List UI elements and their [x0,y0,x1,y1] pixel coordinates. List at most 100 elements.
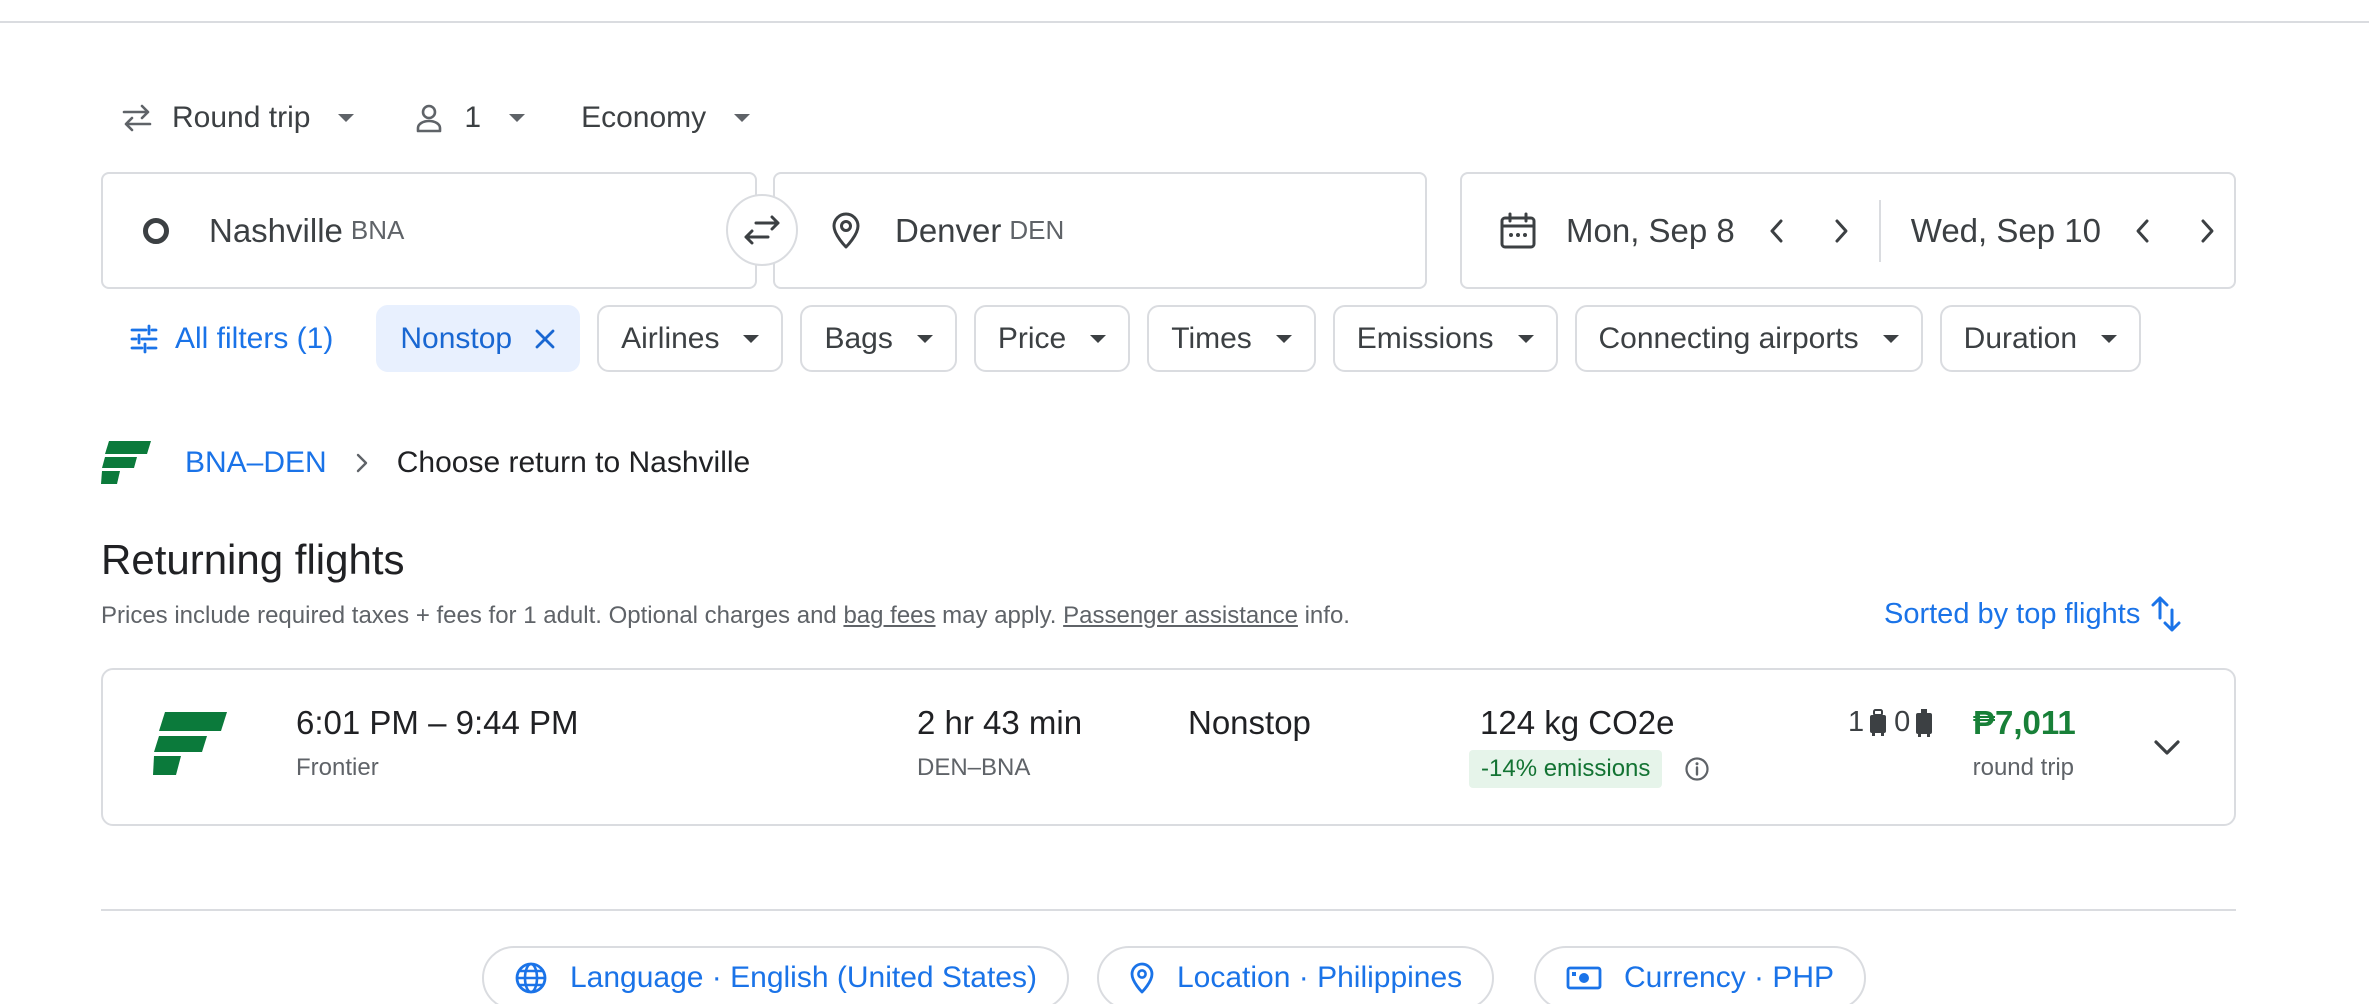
location-pin-icon [831,212,861,250]
trip-type-select[interactable]: Round trip [118,96,355,140]
trip-type-label: Round trip [172,101,311,134]
flight-stops: Nonstop [1188,704,1311,741]
price-note-middle: may apply. [935,602,1064,629]
location-pin-icon [1129,961,1155,995]
close-icon[interactable] [534,328,556,350]
footer-divider [101,909,2236,911]
chevron-down-icon [2101,334,2118,343]
language-label: Language · English (United States) [570,961,1037,994]
origin-circle-icon [143,217,169,244]
times-chip-label: Times [1171,321,1252,355]
depart-prev-day-icon[interactable] [1757,211,1797,251]
passenger-assistance-link[interactable]: Passenger assistance [1063,602,1298,629]
bags-filter-chip[interactable]: Bags [800,305,957,372]
return-prev-day-icon[interactable] [2123,211,2163,251]
filter-chips: All filters (1) Nonstop Airlines Bags Pr… [101,305,2158,372]
checked-bag-count: 0 [1894,706,1911,738]
chevron-down-icon [2154,740,2180,755]
emissions-badge: -14% emissions [1469,750,1663,788]
emissions-badge-row: -14% emissions [1469,750,1710,788]
destination-code: DEN [1009,215,1065,245]
calendar-icon [1498,211,1538,251]
breadcrumb-outbound-leg[interactable]: BNA–DEN [185,446,327,480]
cabin-class-select[interactable]: Economy [581,96,751,140]
language-button[interactable]: Language · English (United States) [482,946,1069,1004]
date-divider [1878,199,1881,262]
top-divider [0,21,2369,23]
chevron-down-icon [916,334,933,343]
times-filter-chip[interactable]: Times [1147,305,1316,372]
chevron-down-icon [734,114,751,122]
currency-icon [1566,964,1602,992]
origin-code: BNA [350,215,405,245]
breadcrumb-current: Choose return to Nashville [396,446,751,479]
bag-fees-link[interactable]: bag fees [843,602,935,629]
baggage-allowance: 1 0 [1848,706,1940,739]
duration-filter-chip[interactable]: Duration [1939,305,2142,372]
swap-locations-button[interactable] [726,194,798,266]
depart-date-field[interactable]: Mon, Sep 8 [1498,211,1861,251]
chevron-down-icon [1275,334,1292,343]
return-next-day-icon[interactable] [2187,211,2227,251]
info-icon[interactable] [1684,756,1710,782]
flight-duration: 2 hr 43 min [917,704,1083,741]
destination-field[interactable]: Denver DEN [773,172,1427,289]
chevron-down-icon [338,114,355,122]
airlines-filter-chip[interactable]: Airlines [597,305,784,372]
expand-details-button[interactable] [2139,720,2195,776]
chevron-down-icon [509,114,526,122]
frontier-logo-icon [101,441,151,485]
all-filters-label: All filters (1) [175,321,334,355]
origin-city: Nashville [209,211,343,249]
return-date-field[interactable]: Wed, Sep 10 [1911,211,2227,251]
flight-route: DEN–BNA [917,754,1031,781]
depart-next-day-icon[interactable] [1821,211,1861,251]
price-note-suffix: info. [1297,602,1350,629]
currency-button[interactable]: Currency · PHP [1534,946,1867,1004]
dates-field: Mon, Sep 8 Wed, Sep 10 [1460,172,2236,289]
chevron-down-icon [1882,334,1899,343]
checked-bag-icon [1914,708,1934,737]
destination-city: Denver [895,211,1002,249]
passengers-count: 1 [464,101,482,134]
origin-field[interactable]: Nashville BNA [101,172,757,289]
sort-button[interactable]: Sorted by top flights [1884,594,2182,634]
price-chip-label: Price [997,321,1067,355]
chevron-right-icon [355,452,369,474]
passengers-select[interactable]: 1 [410,96,526,140]
flight-times: 6:01 PM – 9:44 PM [296,704,579,741]
nonstop-filter-chip[interactable]: Nonstop [376,305,581,372]
sort-label: Sorted by top flights [1884,597,2141,630]
emissions-filter-chip[interactable]: Emissions [1332,305,1558,372]
person-icon [410,99,448,137]
all-filters-button[interactable]: All filters (1) [101,305,360,372]
cabin-class-label: Economy [581,101,707,134]
emissions-chip-label: Emissions [1356,321,1494,355]
duration-chip-label: Duration [1963,321,2078,355]
location-button[interactable]: Location · Philippines [1097,946,1495,1004]
chevron-down-icon [1517,334,1534,343]
price-filter-chip[interactable]: Price [973,305,1131,372]
frontier-logo-icon [153,712,227,781]
depart-date: Mon, Sep 8 [1566,211,1735,249]
flight-price: ₱7,011 [1973,704,2076,741]
nonstop-chip-label: Nonstop [400,321,513,355]
currency-label: Currency · PHP [1624,961,1835,994]
swap-arrows-icon [118,99,156,137]
price-note: Prices include required taxes + fees for… [101,602,1350,630]
breadcrumb: BNA–DEN Choose return to Nashville [101,440,750,486]
price-note-prefix: Prices include required taxes + fees for… [101,602,844,629]
swap-icon [744,215,780,245]
connecting-airports-filter-chip[interactable]: Connecting airports [1574,305,1923,372]
connecting-airports-chip-label: Connecting airports [1598,321,1859,355]
price-type: round trip [1972,754,2074,781]
bags-chip-label: Bags [824,321,893,355]
co2-emissions: 124 kg CO2e [1480,704,1675,741]
return-date: Wed, Sep 10 [1910,211,2101,249]
airline-name: Frontier [296,754,379,781]
airlines-chip-label: Airlines [621,321,720,355]
flight-result-card[interactable]: 6:01 PM – 9:44 PM Frontier 2 hr 43 min D… [101,668,2236,826]
carry-on-count: 1 [1848,706,1865,738]
location-label: Location · Philippines [1177,961,1463,994]
trip-options-bar: Round trip 1 Economy [118,96,751,140]
